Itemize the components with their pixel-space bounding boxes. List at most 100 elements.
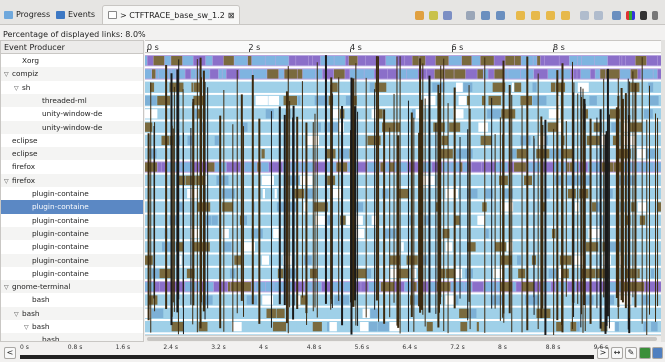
filter-icon[interactable] <box>429 11 438 20</box>
state-segment <box>546 202 550 212</box>
view-menu-icon[interactable] <box>640 11 647 20</box>
state-segment <box>641 69 653 79</box>
state-segment <box>145 242 159 252</box>
state-segment <box>477 215 485 225</box>
state-segment <box>466 242 476 252</box>
state-segment <box>229 228 238 239</box>
tree-row[interactable]: unity-window-de <box>1 120 143 134</box>
sync-icon[interactable] <box>639 347 651 359</box>
tree-row[interactable]: plugin-containe <box>1 240 143 253</box>
state-segment <box>508 69 521 79</box>
tree-row[interactable]: ▽ bash <box>1 320 143 333</box>
expand-toggle-icon[interactable]: ▽ <box>4 175 12 187</box>
remove-filter-icon[interactable] <box>443 11 452 20</box>
state-segment <box>227 322 232 332</box>
prev-item-icon[interactable] <box>546 11 555 20</box>
state-segment <box>239 69 253 79</box>
state-segment <box>618 308 626 318</box>
next-event-icon[interactable] <box>531 11 540 20</box>
tree-row[interactable]: bash <box>1 293 143 306</box>
expand-toggle-icon[interactable]: ▽ <box>4 68 12 80</box>
state-segment <box>302 215 315 225</box>
state-segment <box>255 242 270 252</box>
tree-row[interactable]: bash <box>1 333 143 342</box>
tab-progress[interactable]: Progress <box>4 8 50 21</box>
state-segment <box>230 282 241 292</box>
tree-row[interactable]: plugin-containe <box>1 226 143 241</box>
color-icon[interactable] <box>612 11 621 20</box>
tab-events[interactable]: Events <box>56 8 95 21</box>
state-segment <box>635 282 645 292</box>
next-item-icon[interactable] <box>561 11 570 20</box>
state-segment <box>223 255 234 265</box>
collapse-icon[interactable] <box>580 11 589 20</box>
horizontal-scrollbar[interactable] <box>145 335 661 342</box>
tree-row[interactable]: plugin-containe <box>1 214 143 227</box>
prev-event-icon[interactable] <box>516 11 525 20</box>
tree-row[interactable]: plugin-containe <box>1 187 143 200</box>
state-segment <box>206 82 219 92</box>
expand-toggle-icon[interactable]: ▽ <box>4 281 12 293</box>
expand-icon[interactable] <box>594 11 603 20</box>
settings-icon[interactable] <box>652 347 663 359</box>
stats-icon[interactable] <box>626 11 635 20</box>
tree-row[interactable]: ▽ firefox <box>1 173 143 187</box>
state-segment <box>636 135 645 146</box>
tree-row[interactable]: eclipse <box>1 134 143 147</box>
state-segment <box>630 69 638 79</box>
state-segment <box>160 82 170 92</box>
control-flow-chart[interactable] <box>145 54 661 336</box>
state-segment <box>440 268 446 279</box>
tree-row[interactable]: ▽ gnome-terminal <box>1 280 143 294</box>
ruler-bar[interactable] <box>20 355 594 359</box>
tree-row[interactable]: unity-window-de <box>1 107 143 120</box>
expand-toggle-icon[interactable]: ▽ <box>14 308 22 320</box>
tree-row[interactable]: plugin-containe <box>1 267 143 280</box>
tree-row[interactable]: Xorg <box>1 54 143 67</box>
expand-toggle-icon[interactable]: ▽ <box>24 321 32 333</box>
pencil-icon[interactable]: ✎ <box>625 347 637 359</box>
close-icon[interactable]: ⊠ <box>228 11 235 20</box>
state-segment <box>387 69 398 79</box>
vertical-scrollbar[interactable] <box>661 40 665 342</box>
state-segment <box>426 295 436 305</box>
state-segment <box>272 322 287 332</box>
state-segment <box>653 109 661 119</box>
tree-row-label: bash <box>42 335 60 342</box>
reset-icon[interactable] <box>466 11 475 20</box>
expand-toggle-icon[interactable]: ▽ <box>14 82 22 94</box>
state-segment <box>290 162 301 172</box>
tab-control-flow[interactable]: > CTFTRACE_base_sw_1.2 ⊠ <box>102 5 241 24</box>
zoom-in-icon[interactable] <box>481 11 490 20</box>
tree-row[interactable]: ▽ sh <box>1 81 143 94</box>
state-segment <box>592 322 601 332</box>
state-segment <box>364 109 372 119</box>
tree-row[interactable]: firefox <box>1 160 143 173</box>
state-segment <box>333 69 345 79</box>
horizontal-scroll-thumb[interactable] <box>147 337 657 341</box>
pin-icon[interactable] <box>652 11 658 20</box>
state-segment <box>529 228 542 239</box>
state-segment <box>488 322 500 332</box>
state-segment <box>405 228 410 239</box>
tree-row[interactable]: eclipse <box>1 147 143 161</box>
state-segment <box>394 282 405 292</box>
ruler-left-button[interactable]: < <box>4 347 16 359</box>
ruler-tick-label: 4 s <box>259 344 268 351</box>
tree-row[interactable]: plugin-containe <box>1 200 143 214</box>
legend-icon[interactable] <box>415 11 424 20</box>
zoom-out-icon[interactable] <box>496 11 505 20</box>
tree-row-label: eclipse <box>12 135 38 145</box>
state-segment <box>450 215 454 225</box>
state-segment <box>482 175 490 185</box>
state-segment <box>273 228 280 239</box>
tree-row[interactable]: threaded-ml <box>1 93 143 108</box>
tree-row[interactable]: ▽ compiz <box>1 67 143 81</box>
tree-row[interactable]: ▽ bash <box>1 306 143 320</box>
state-segment <box>241 282 251 292</box>
state-segment <box>312 56 321 66</box>
fit-icon[interactable]: ↔ <box>611 347 623 359</box>
tree-row[interactable]: plugin-containe <box>1 253 143 267</box>
tab-events-label: Events <box>68 10 96 19</box>
state-segment <box>483 69 488 79</box>
